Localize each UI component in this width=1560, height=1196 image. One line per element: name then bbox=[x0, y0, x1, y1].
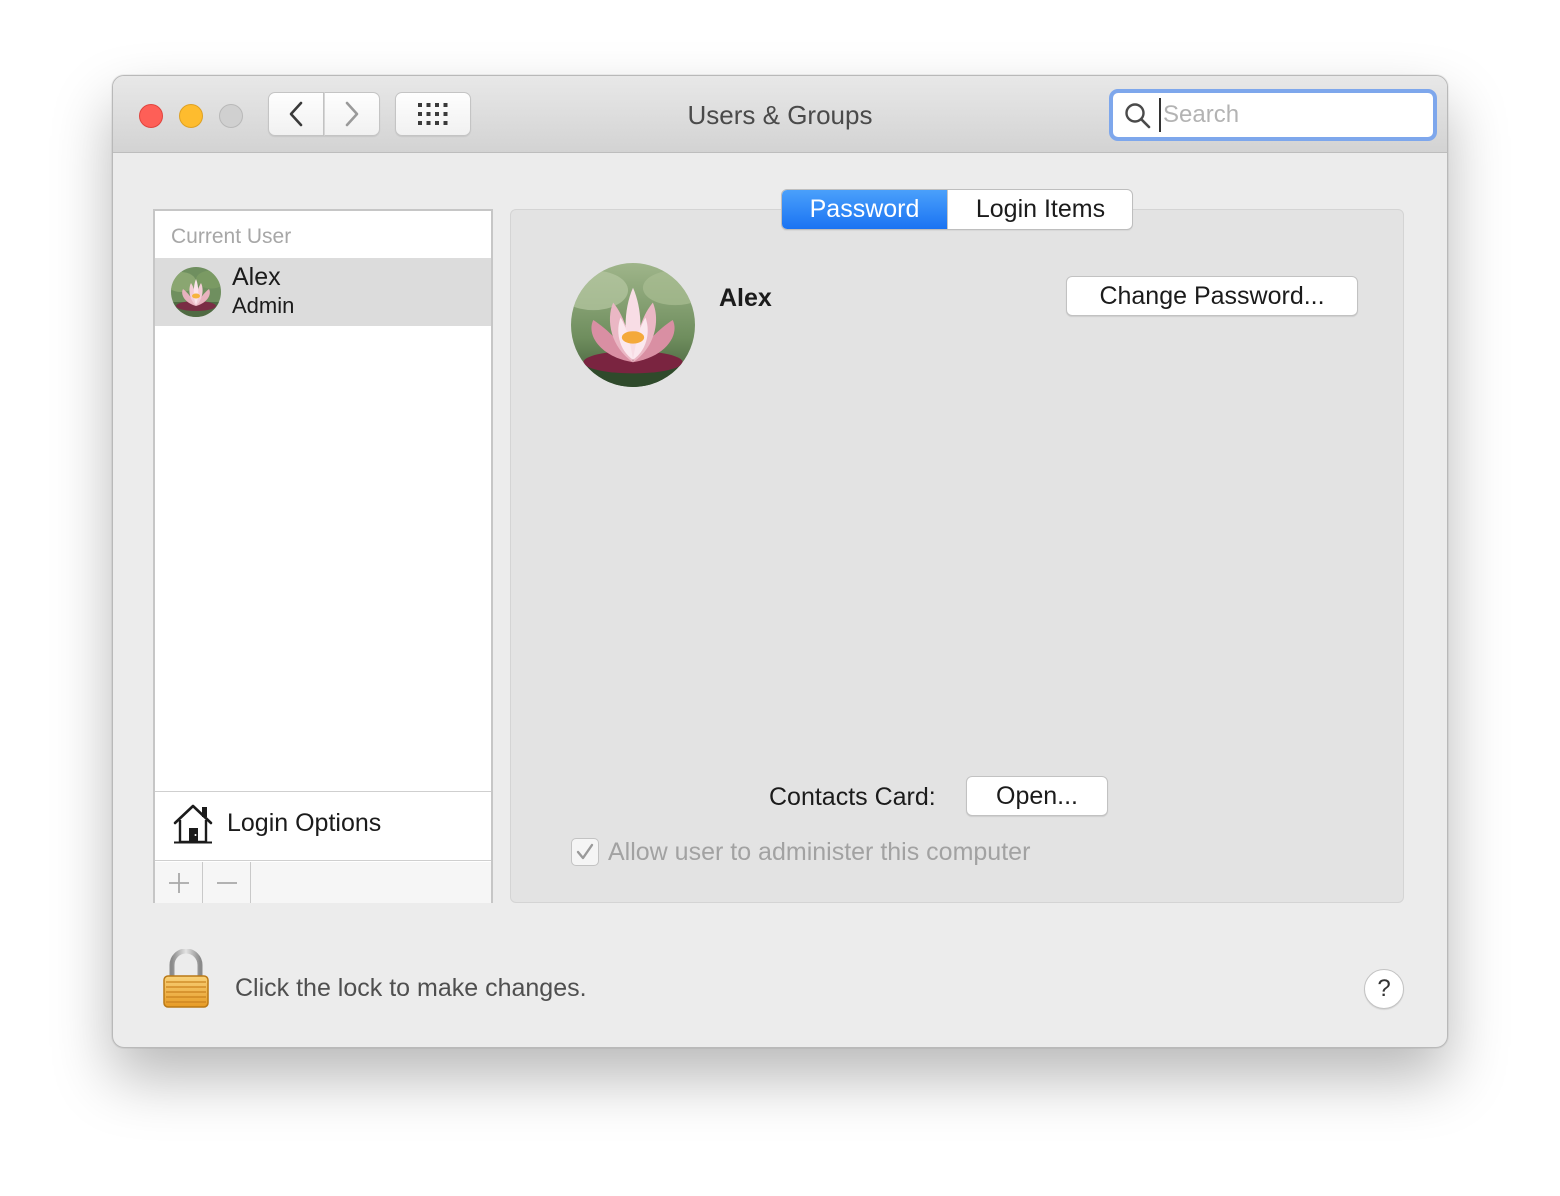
change-password-button[interactable]: Change Password... bbox=[1066, 276, 1358, 316]
user-row[interactable]: Alex Admin bbox=[155, 258, 491, 326]
lock-icon[interactable] bbox=[161, 949, 211, 1009]
minus-icon bbox=[216, 881, 237, 884]
tab-control: Password Login Items bbox=[781, 189, 1133, 230]
tab-login-items[interactable]: Login Items bbox=[947, 190, 1132, 229]
lock-message: Click the lock to make changes. bbox=[235, 974, 587, 1002]
user-list: Current User Alex Admin Login Options bbox=[153, 209, 493, 903]
titlebar: Users & Groups bbox=[113, 76, 1447, 153]
login-options-label: Login Options bbox=[227, 809, 382, 837]
current-user-header: Current User bbox=[171, 225, 292, 248]
admin-checkbox[interactable] bbox=[571, 838, 599, 866]
search-field[interactable] bbox=[1109, 89, 1437, 141]
remove-user-button[interactable] bbox=[203, 862, 251, 903]
admin-checkbox-label: Allow user to administer this computer bbox=[608, 838, 1031, 866]
users-groups-window: Users & Groups Current User bbox=[112, 75, 1448, 1048]
list-toolbar bbox=[155, 862, 491, 903]
help-button[interactable]: ? bbox=[1364, 969, 1404, 1009]
add-user-button[interactable] bbox=[155, 862, 203, 903]
user-role: Admin bbox=[232, 293, 295, 318]
user-avatar bbox=[171, 267, 221, 317]
login-options-item[interactable]: Login Options bbox=[155, 791, 491, 861]
user-name: Alex bbox=[232, 263, 281, 291]
tab-password[interactable]: Password bbox=[782, 190, 947, 229]
checkmark-icon bbox=[576, 843, 594, 860]
user-picture[interactable] bbox=[571, 263, 695, 387]
open-contacts-button[interactable]: Open... bbox=[966, 776, 1108, 816]
search-icon bbox=[1125, 103, 1151, 129]
house-icon bbox=[173, 804, 213, 844]
plus-icon bbox=[168, 872, 189, 893]
contacts-card-label: Contacts Card: bbox=[769, 783, 936, 811]
detail-user-name: Alex bbox=[719, 284, 772, 312]
search-input[interactable] bbox=[1159, 98, 1419, 132]
